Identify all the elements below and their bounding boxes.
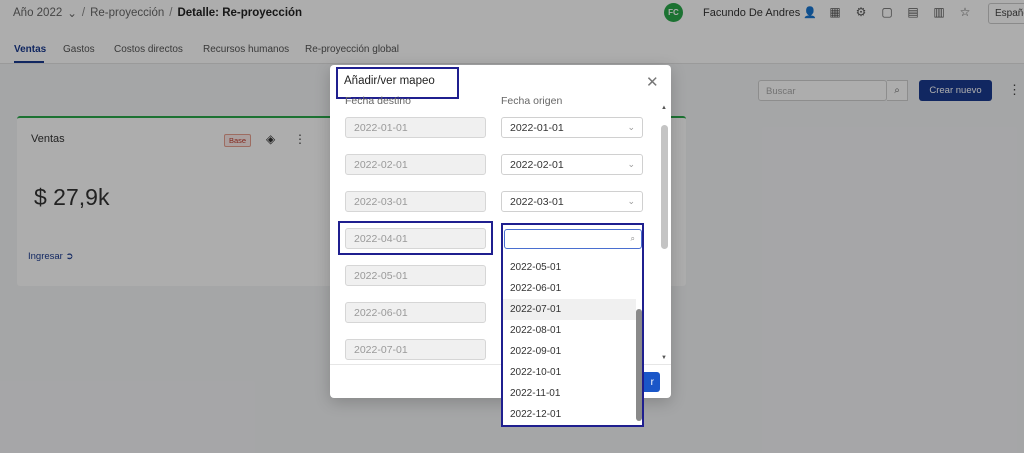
- dropdown-option[interactable]: 2022-10-01: [503, 362, 636, 383]
- fecha-destino-field: 2022-05-01: [345, 265, 486, 286]
- dropdown-option[interactable]: 2022-05-01: [503, 257, 636, 278]
- dropdown-option[interactable]: 2022-09-01: [503, 341, 636, 362]
- fecha-origen-select[interactable]: 2022-03-01 ⌄: [501, 191, 643, 212]
- fecha-origen-select[interactable]: 2022-01-01 ⌄: [501, 117, 643, 138]
- row-highlight-box: [338, 221, 493, 255]
- modal-scroll-thumb[interactable]: [661, 125, 668, 249]
- modal-scrollbar[interactable]: ▲ ▼: [661, 105, 668, 365]
- close-icon[interactable]: ✕: [646, 73, 659, 91]
- dropdown-option[interactable]: 2022-11-01: [503, 383, 636, 404]
- dropdown-option[interactable]: 2022-07-01: [503, 299, 636, 320]
- fecha-origen-dropdown: ⌕ 2022-05-01 2022-06-01 2022-07-01 2022-…: [501, 223, 644, 427]
- scroll-down-icon[interactable]: ▼: [661, 355, 667, 361]
- fecha-origen-value: 2022-02-01: [510, 159, 564, 171]
- scroll-up-icon[interactable]: ▲: [661, 105, 667, 111]
- chevron-down-icon[interactable]: ⌄: [627, 196, 635, 207]
- col-header-destino: Fecha destino: [345, 95, 411, 107]
- dropdown-option[interactable]: 2022-12-01: [503, 404, 636, 425]
- fecha-destino-field: 2022-01-01: [345, 117, 486, 138]
- fecha-destino-field: 2022-06-01: [345, 302, 486, 323]
- chevron-down-icon[interactable]: ⌄: [627, 159, 635, 170]
- fecha-destino-field: 2022-02-01: [345, 154, 486, 175]
- fecha-origen-value: 2022-03-01: [510, 196, 564, 208]
- dropdown-scrollbar[interactable]: [636, 255, 642, 425]
- chevron-down-icon[interactable]: ⌄: [627, 122, 635, 133]
- dropdown-scroll-thumb[interactable]: [636, 309, 642, 421]
- search-icon: ⌕: [630, 234, 635, 243]
- dropdown-options: 2022-05-01 2022-06-01 2022-07-01 2022-08…: [503, 257, 636, 425]
- dropdown-option[interactable]: 2022-06-01: [503, 278, 636, 299]
- fecha-origen-value: 2022-01-01: [510, 122, 564, 134]
- fecha-destino-field: 2022-03-01: [345, 191, 486, 212]
- fecha-destino-field: 2022-07-01: [345, 339, 486, 360]
- fecha-origen-select[interactable]: 2022-02-01 ⌄: [501, 154, 643, 175]
- dropdown-option[interactable]: 2022-08-01: [503, 320, 636, 341]
- dropdown-search-input[interactable]: ⌕: [504, 229, 642, 249]
- col-header-origen: Fecha origen: [501, 95, 563, 107]
